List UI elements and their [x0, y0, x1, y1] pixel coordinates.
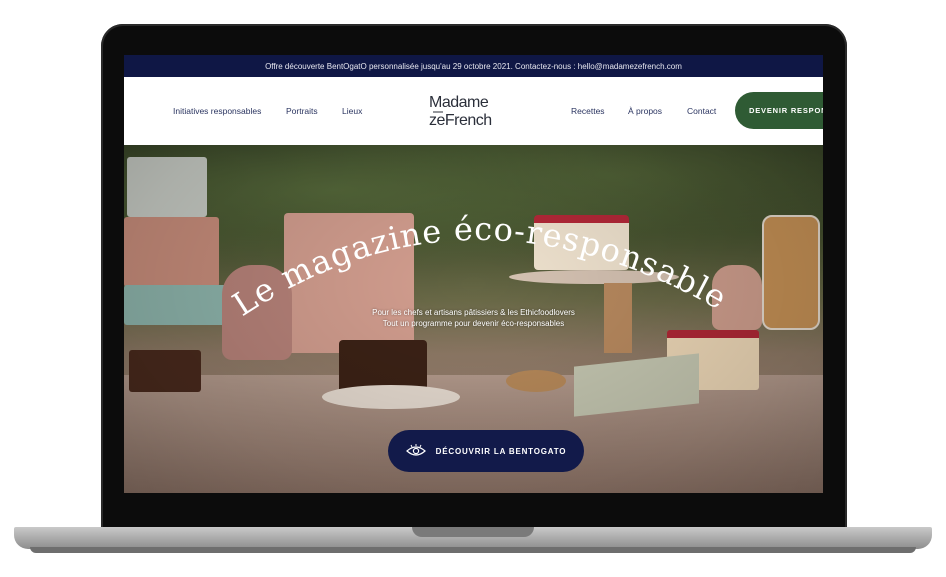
discover-bentogato-button[interactable]: DÉCOUVRIR LA BENTOGATO: [388, 430, 584, 472]
nav-link-lieux[interactable]: Lieux: [342, 106, 362, 116]
logo-line-1: Madame: [429, 94, 489, 111]
eye-icon: [405, 444, 426, 456]
nav-link-portraits[interactable]: Portraits: [286, 106, 318, 116]
logo-line-2: zeFrench: [429, 112, 492, 129]
announcement-bar: Offre découverte BentOgatO personnalisée…: [124, 55, 823, 77]
nav-link-recettes[interactable]: Recettes: [571, 106, 605, 116]
hero-subtitle: Pour les chefs et artisans pâtissiers & …: [124, 307, 823, 329]
hero-banner: Le magazine éco-responsable Pour les che…: [124, 145, 823, 493]
site-logo[interactable]: Madame zeFrench: [429, 90, 521, 130]
announcement-text[interactable]: Offre découverte BentOgatO personnalisée…: [265, 62, 682, 71]
main-navigation: Initiatives responsables Portraits Lieux…: [124, 77, 823, 145]
hero-subtitle-line-1: Pour les chefs et artisans pâtissiers & …: [372, 308, 575, 317]
laptop-foot: [30, 547, 916, 553]
hero-subtitle-line-2: Tout un programme pour devenir éco-respo…: [382, 319, 565, 328]
nav-link-initiatives[interactable]: Initiatives responsables: [173, 106, 261, 116]
laptop-screen: Offre découverte BentOgatO personnalisée…: [124, 55, 823, 493]
nav-link-a-propos[interactable]: À propos: [628, 106, 662, 116]
nav-link-contact[interactable]: Contact: [687, 106, 716, 116]
laptop-notch: [412, 527, 534, 537]
become-responsible-button[interactable]: DEVENIR RESPON: [735, 92, 823, 129]
discover-button-label: DÉCOUVRIR LA BENTOGATO: [435, 446, 567, 456]
